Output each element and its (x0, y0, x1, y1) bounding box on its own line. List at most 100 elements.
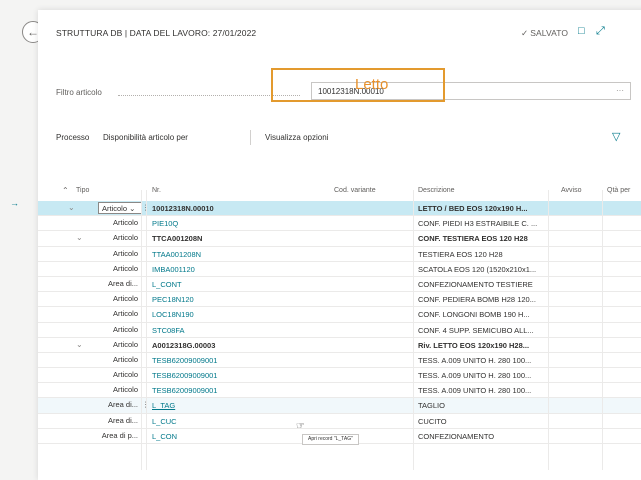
cell-nr[interactable]: TTAA001208N (152, 250, 262, 259)
cell-nr[interactable]: L_CONT (152, 280, 262, 289)
table-row[interactable]: Articolo PIE10Q CONF. PIEDI H3 ESTRAIBIL… (38, 216, 641, 232)
tipo-select-value: Articolo (102, 204, 128, 213)
table-row[interactable]: Articolo TTAA001208N TESTIERA EOS 120 H2… (38, 247, 641, 262)
cell-tipo: Articolo (112, 248, 138, 258)
grid-divider (141, 190, 142, 470)
action-processo[interactable]: Processo (56, 133, 89, 142)
grid-divider (413, 190, 414, 470)
current-row-arrow-icon: → (10, 198, 19, 208)
cell-nr[interactable]: 10012318N.00010 (152, 204, 262, 213)
table-row[interactable]: Articolo TESB62009009001 TESS. A.009 UNI… (38, 353, 641, 369)
cell-tipo: Articolo (112, 354, 138, 364)
cell-nr[interactable]: PIE10Q (152, 219, 262, 228)
table-row[interactable]: Articolo PEC18N120 CONF. PEDIERA BOMB H2… (38, 292, 641, 308)
expand-icon[interactable]: ⤢ (596, 25, 605, 38)
cell-tipo: Area di... (107, 415, 138, 425)
table-row[interactable]: ⌄ Articolo A0012318G.00003 Riv. LETTO EO… (38, 338, 641, 353)
cell-nr[interactable]: L_CON (152, 432, 262, 441)
cell-desc: SCATOLA EOS 120 (1520x210x1... (418, 264, 537, 274)
action-disponibilita[interactable]: Disponibilità articolo per (103, 133, 188, 142)
cell-desc: LETTO / BED EOS 120x190 H... (418, 204, 528, 213)
cell-nr[interactable]: L_CUC (152, 417, 262, 426)
cell-desc: CONF. LONGONI BOMB 190 H... (418, 310, 530, 320)
table-row[interactable]: ⌄ Articolo TTCA001208N CONF. TESTIERA EO… (38, 231, 641, 247)
cell-desc: CONFEZIONAMENTO (418, 431, 495, 441)
action-visualizza-opzioni[interactable]: Visualizza opzioni (265, 133, 328, 142)
cell-desc: CONF. PIEDI H3 ESTRAIBILE C. ... (418, 219, 538, 229)
table-row[interactable]: Articolo TESB62009009001 TESS. A.009 UNI… (38, 368, 641, 384)
col-tipo[interactable]: Tipo (76, 187, 89, 194)
col-descrizione[interactable]: Descrizione (418, 187, 455, 194)
cell-desc: CUCITO (418, 416, 447, 426)
cell-tipo: Area di p... (101, 430, 138, 440)
cell-tipo: Area di... (107, 278, 138, 288)
hand-cursor-icon: ☞ (296, 421, 305, 432)
cell-nr[interactable]: TTCA001208N (152, 234, 262, 243)
cell-desc: TESTIERA EOS 120 H28 (418, 249, 503, 259)
cell-desc: CONF. TESTIERA EOS 120 H28 (418, 234, 528, 244)
annotation-box: Letto (271, 68, 445, 102)
grid-divider (146, 190, 147, 470)
tipo-select[interactable]: Articolo ⌄ (98, 202, 142, 214)
cell-desc: CONFEZIONAMENTO TESTIERE (418, 279, 533, 289)
cell-desc: TESS. A.009 UNITO H. 280 100... (418, 371, 532, 381)
action-separator (250, 130, 251, 145)
filter-icon[interactable]: ▽ (612, 130, 620, 143)
cell-nr[interactable]: A0012318G.00003 (152, 341, 262, 350)
cell-desc: CONF. PEDIERA BOMB H28 120... (418, 295, 536, 305)
grid-divider (548, 190, 549, 470)
table-row[interactable]: Articolo IMBA001120 SCATOLA EOS 120 (152… (38, 262, 641, 277)
annotation-label: Letto (355, 76, 389, 93)
cell-nr[interactable]: LOC18N190 (152, 310, 262, 319)
cell-nr[interactable]: IMBA001120 (152, 265, 262, 274)
cell-tipo: Articolo (112, 385, 138, 395)
col-cod-variante[interactable]: Cod. variante (334, 187, 376, 194)
cell-tipo: Articolo (112, 324, 138, 334)
cell-tipo: Articolo (112, 370, 138, 380)
saved-status: ✓ SALVATO (521, 28, 568, 39)
table-row[interactable]: Area di... L_CONT CONFEZIONAMENTO TESTIE… (38, 277, 641, 293)
filter-label: Filtro articolo (56, 88, 102, 97)
action-bar: Processo Disponibilità articolo per Visu… (56, 130, 620, 146)
col-avviso[interactable]: Avviso (561, 187, 582, 194)
cell-tipo: Articolo (112, 309, 138, 319)
cell-tipo: Articolo (112, 294, 138, 304)
col-nr[interactable]: Nr. (152, 187, 161, 194)
grid-rows: ⌄ Articolo ⌄ ⋮ 10012318N.00010 LETTO / B… (38, 201, 641, 444)
cell-tipo: Articolo (112, 233, 138, 243)
table-row[interactable]: ⌄ Articolo ⌄ ⋮ 10012318N.00010 LETTO / B… (38, 201, 641, 217)
cell-desc: TAGLIO (418, 401, 445, 411)
cell-tipo: Articolo (112, 218, 138, 228)
saved-label: SALVATO (530, 28, 569, 38)
cell-tipo: Area di... (107, 400, 138, 410)
col-qta[interactable]: Qtà per (607, 187, 630, 194)
page-header: STRUTTURA DB | DATA DEL LAVORO: 27/01/20… (56, 22, 641, 42)
cell-desc: TESS. A.009 UNITO H. 280 100... (418, 355, 532, 365)
page-title: STRUTTURA DB | DATA DEL LAVORO: 27/01/20… (56, 28, 257, 38)
cell-tipo: Articolo (112, 263, 138, 273)
cell-nr[interactable]: PEC18N120 (152, 295, 262, 304)
more-options-icon[interactable]: ··· (616, 86, 624, 95)
cell-nr[interactable]: L_TAG (152, 401, 262, 410)
cell-nr[interactable]: TESB62009009001 (152, 371, 262, 380)
page-card: STRUTTURA DB | DATA DEL LAVORO: 27/01/20… (38, 10, 641, 480)
table-row[interactable]: Area di... L_CUC CUCITO (38, 414, 641, 429)
cell-nr[interactable]: STC08FA (152, 326, 262, 335)
tooltip: Apri record "L_TAG" (302, 434, 359, 445)
cell-desc: CONF. 4 SUPP. SEMICUBO ALL... (418, 325, 534, 335)
cell-tipo: Articolo (112, 339, 138, 349)
table-row[interactable]: Articolo STC08FA CONF. 4 SUPP. SEMICUBO … (38, 323, 641, 338)
share-icon[interactable]: □ (578, 25, 585, 37)
cell-nr[interactable]: TESB62009009001 (152, 356, 262, 365)
table-row[interactable]: Articolo LOC18N190 CONF. LONGONI BOMB 19… (38, 307, 641, 323)
grid-header: ⌃ Tipo Nr. Cod. variante Descrizione Avv… (38, 182, 641, 200)
cell-desc: TESS. A.009 UNITO H. 280 100... (418, 386, 532, 396)
sort-icon[interactable]: ⌃ (62, 186, 69, 195)
table-row[interactable]: Articolo TESB62009009001 TESS. A.009 UNI… (38, 383, 641, 399)
table-row[interactable]: Area di... ⋮ L_TAG TAGLIO (38, 398, 641, 414)
grid-divider (602, 190, 603, 470)
cell-nr[interactable]: TESB62009009001 (152, 386, 262, 395)
check-icon: ✓ (521, 28, 529, 38)
collapse-icon[interactable]: ⌄ (68, 203, 75, 212)
cell-desc: Riv. LETTO EOS 120x190 H28... (418, 340, 530, 350)
